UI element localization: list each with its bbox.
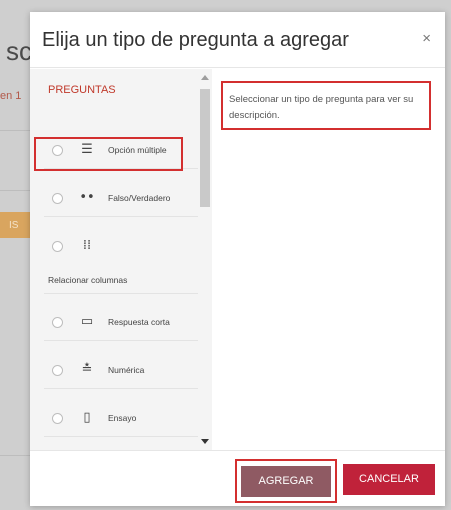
highlight-box bbox=[34, 137, 183, 171]
background-divider bbox=[0, 455, 30, 456]
question-type-modal: Elija un tipo de pregunta a agregar × PR… bbox=[30, 12, 445, 506]
close-icon[interactable]: × bbox=[422, 30, 431, 47]
question-label: Ensayo bbox=[108, 413, 137, 423]
numeric-icon: ≛ bbox=[81, 362, 93, 377]
question-label: Numérica bbox=[108, 365, 145, 375]
background-button: IS bbox=[0, 212, 30, 238]
background-divider bbox=[0, 130, 30, 131]
scroll-thumb[interactable] bbox=[200, 89, 210, 207]
question-label: Relacionar columnas bbox=[48, 275, 128, 285]
section-title: PREGUNTAS bbox=[48, 84, 116, 96]
scroll-down-arrow-icon[interactable] bbox=[201, 439, 209, 444]
modal-title: Elija un tipo de pregunta a agregar bbox=[42, 29, 349, 51]
modal-header: Elija un tipo de pregunta a agregar × bbox=[30, 12, 445, 68]
background-subtext: en 1 bbox=[0, 90, 22, 102]
scrollbar[interactable] bbox=[198, 69, 212, 450]
background-divider bbox=[0, 190, 30, 191]
question-label: Respuesta corta bbox=[108, 317, 170, 327]
question-option-essay[interactable]: ▯ Ensayo bbox=[44, 401, 200, 437]
radio-button[interactable] bbox=[52, 413, 63, 424]
question-option-true-false[interactable]: •• Falso/Verdadero bbox=[44, 181, 200, 217]
radio-button[interactable] bbox=[52, 241, 63, 252]
question-option-short-answer[interactable]: ▭ Respuesta corta bbox=[44, 305, 200, 341]
background-heading: sc bbox=[6, 36, 32, 66]
dots-icon: •• bbox=[79, 190, 95, 205]
document-icon: ▯ bbox=[83, 410, 91, 425]
rectangle-icon: ▭ bbox=[80, 314, 94, 329]
cancel-button[interactable]: CANCELAR bbox=[343, 464, 435, 495]
radio-button[interactable] bbox=[52, 317, 63, 328]
grid-icon: ⁞⁞ bbox=[82, 238, 92, 253]
highlight-box: AGREGAR bbox=[235, 459, 337, 503]
description-box: Seleccionar un tipo de pregunta para ver… bbox=[221, 81, 431, 130]
radio-button[interactable] bbox=[52, 193, 63, 204]
divider bbox=[44, 293, 200, 294]
add-button[interactable]: AGREGAR bbox=[241, 466, 331, 497]
question-option-numeric[interactable]: ≛ Numérica bbox=[44, 353, 200, 389]
question-list-panel: PREGUNTAS ☰ Opción múltiple •• Falso/Ver… bbox=[30, 69, 212, 450]
question-option-matching[interactable]: ⁞⁞ bbox=[44, 229, 200, 265]
radio-button[interactable] bbox=[52, 365, 63, 376]
scroll-up-arrow-icon[interactable] bbox=[201, 75, 209, 80]
modal-footer: AGREGAR CANCELAR bbox=[30, 450, 445, 506]
question-label: Falso/Verdadero bbox=[108, 193, 171, 203]
